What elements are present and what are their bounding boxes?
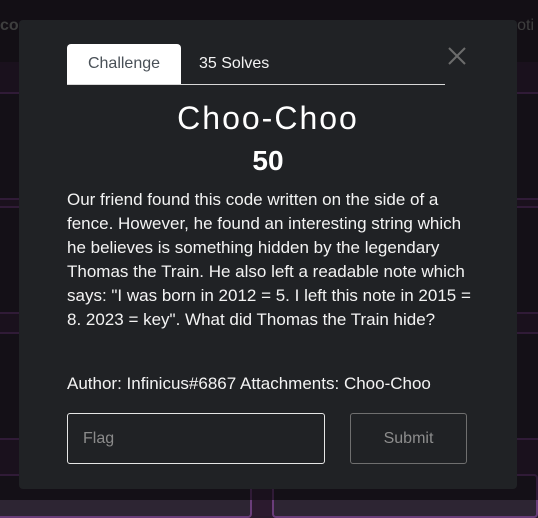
close-icon	[448, 47, 466, 65]
close-button[interactable]	[445, 44, 469, 68]
challenge-points: 50	[252, 145, 284, 176]
challenge-modal: Challenge 35 Solves Choo-Choo 50 Our fri…	[19, 20, 517, 489]
tab-challenge[interactable]: Challenge	[67, 44, 181, 84]
flag-input[interactable]	[67, 413, 325, 464]
attachments-label: Attachments:	[239, 374, 340, 393]
challenge-description: Our friend found this code written on th…	[67, 190, 471, 329]
tab-solves[interactable]: 35 Solves	[199, 44, 269, 84]
author-name: Infinicus#6867	[126, 374, 237, 393]
challenge-meta: Author: Infinicus#6867 Attachments: Choo…	[67, 374, 431, 394]
submit-button[interactable]: Submit	[350, 413, 467, 464]
author-label: Author:	[67, 374, 122, 393]
challenge-title: Choo-Choo	[177, 100, 359, 136]
challenge-tabs: Challenge 35 Solves	[67, 44, 445, 85]
attachment-link[interactable]: Choo-Choo	[344, 374, 431, 393]
